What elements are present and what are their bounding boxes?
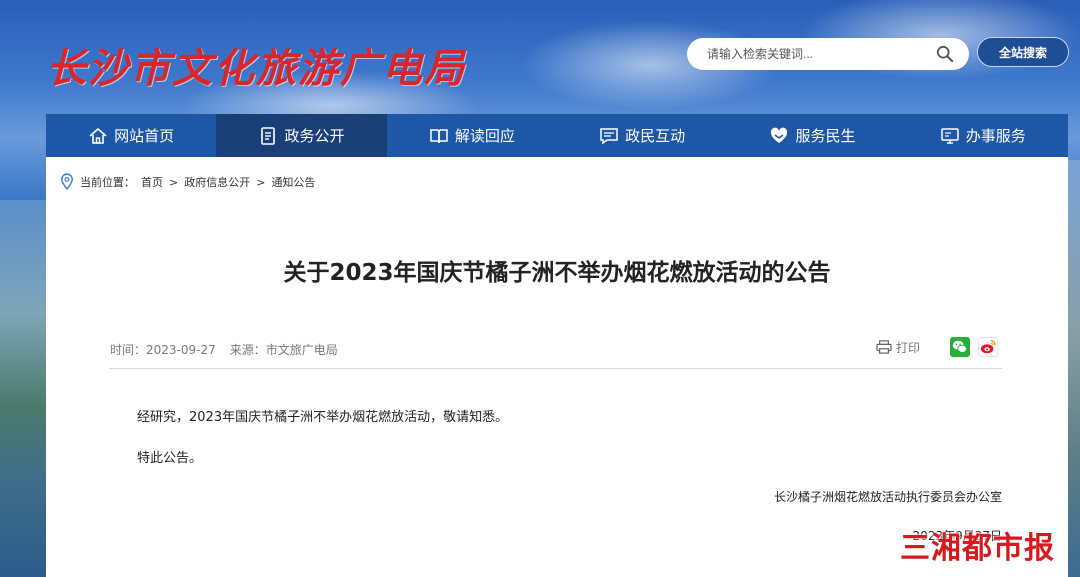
search-icon[interactable]: [935, 44, 955, 64]
print-label: 打印: [895, 340, 920, 355]
search-button[interactable]: 全站搜索: [977, 37, 1069, 67]
breadcrumb-link-notices[interactable]: 通知公告: [271, 174, 315, 190]
breadcrumb-link-gov-info[interactable]: 政府信息公开: [184, 174, 250, 190]
monitor-icon: [941, 127, 959, 144]
wechat-share-button[interactable]: [950, 337, 970, 357]
breadcrumb-link-home[interactable]: 首页: [141, 174, 163, 190]
nav-item-label: 政民互动: [625, 127, 686, 145]
location-pin-icon: [61, 173, 73, 191]
article-paragraph: 特此公告。: [137, 451, 203, 466]
meta-divider: [109, 368, 1002, 369]
breadcrumb-prefix: 当前位置：: [80, 176, 135, 189]
nav-item-interpretation[interactable]: 解读回应: [387, 114, 557, 157]
article-time: 时间：2023-09-27: [110, 343, 216, 357]
article-signature: 长沙橘子洲烟花燃放活动执行委员会办公室: [773, 490, 1002, 504]
breadcrumb: 当前位置： 首页 > 政府信息公开 > 通知公告: [60, 173, 315, 191]
site-header: 长沙市文化旅游广电局 全站搜索: [0, 0, 1080, 114]
nav-item-label: 网站首页: [114, 127, 175, 145]
weibo-share-button[interactable]: [978, 337, 998, 357]
heart-hands-icon: [771, 127, 788, 143]
search-box: [687, 38, 969, 70]
wechat-icon: [952, 340, 968, 353]
article-paragraph: 经研究，2023年国庆节橘子洲不举办烟花燃放活动，敬请知悉。: [137, 410, 509, 425]
nav-item-gov-affairs[interactable]: 政务公开: [216, 114, 387, 157]
article-tools: 打印: [876, 337, 998, 357]
chat-icon: [600, 127, 618, 144]
main-nav: 网站首页 政务公开 解读回应 政民互动 服务民生 办事服务: [46, 114, 1068, 157]
nav-item-services[interactable]: 办事服务: [898, 114, 1068, 157]
landscape-right: [1068, 160, 1080, 577]
nav-item-label: 政务公开: [284, 127, 345, 145]
document-icon: [261, 126, 276, 145]
book-icon: [430, 128, 448, 143]
nav-item-label: 解读回应: [454, 127, 515, 145]
nav-item-home[interactable]: 网站首页: [46, 114, 216, 157]
article-source: 来源：市文旅广电局: [229, 343, 338, 357]
search-input[interactable]: [707, 47, 935, 61]
nav-item-livelihood[interactable]: 服务民生: [727, 114, 897, 157]
article-meta: 时间：2023-09-27 来源：市文旅广电局: [110, 341, 338, 358]
weibo-icon: [980, 339, 996, 354]
nav-item-interaction[interactable]: 政民互动: [557, 114, 727, 157]
nav-item-label: 办事服务: [965, 127, 1026, 145]
breadcrumb-separator: >: [256, 175, 266, 189]
breadcrumb-separator: >: [169, 175, 179, 189]
watermark-logo: 三湘都市报: [900, 531, 1055, 566]
print-button[interactable]: 打印: [876, 339, 920, 356]
article-title: 关于2023年国庆节橘子洲不举办烟花燃放活动的公告: [283, 260, 831, 286]
site-logo[interactable]: 长沙市文化旅游广电局: [46, 36, 466, 94]
landscape-left: [0, 200, 46, 577]
home-icon: [89, 127, 107, 144]
nav-item-label: 服务民生: [795, 127, 856, 145]
printer-icon: [876, 340, 892, 354]
content-panel: 当前位置： 首页 > 政府信息公开 > 通知公告 关于2023年国庆节橘子洲不举…: [46, 157, 1068, 577]
